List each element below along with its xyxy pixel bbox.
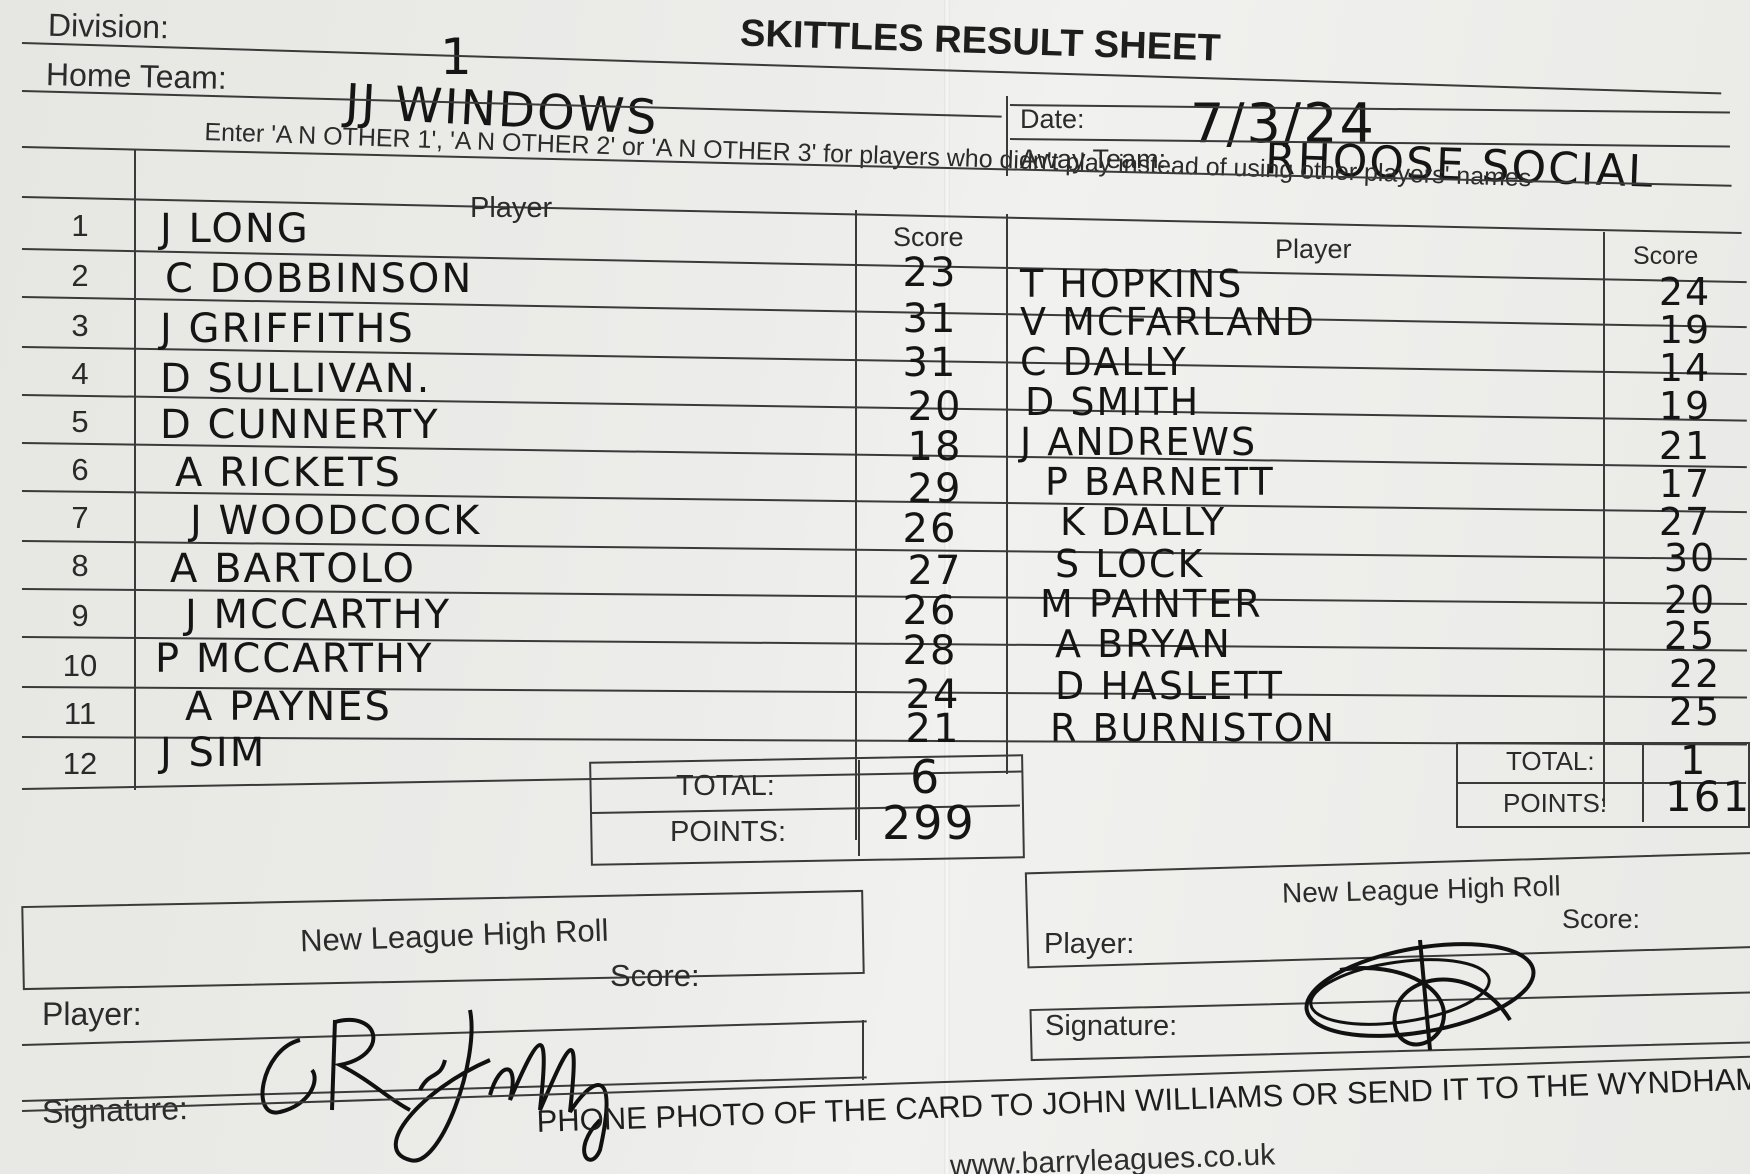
row-number: 2 — [71, 258, 89, 293]
row-number: 7 — [71, 500, 89, 535]
home-player-score: 31 — [902, 340, 958, 386]
away-player-score: 19 — [1658, 384, 1712, 428]
grid-line — [1006, 214, 1008, 774]
away-player-name: S LOCK — [1055, 542, 1205, 586]
home-player-name: J WOODCOCK — [190, 498, 482, 544]
away-player-name: M PAINTER — [1040, 582, 1263, 626]
away-player-name: J ANDREWS — [1020, 420, 1258, 464]
home-player-name: D CUNNERTY — [160, 402, 440, 448]
away-player-name: A BRYAN — [1055, 622, 1232, 666]
home-player-name: C DOBBINSON — [165, 256, 474, 302]
grid-line — [855, 210, 857, 840]
away-signature — [1304, 939, 1536, 1051]
row-number: 12 — [62, 746, 98, 781]
rule-line — [862, 1020, 864, 1080]
away-player-name: C DALLY — [1020, 340, 1188, 384]
away-player-score: 25 — [1668, 690, 1722, 734]
home-total-label: TOTAL: — [676, 770, 775, 802]
row-number: 3 — [71, 308, 89, 343]
away-player-score: 30 — [1663, 536, 1717, 580]
home-signature — [260, 1009, 609, 1163]
sheet-title: SKITTLES RESULT SHEET — [739, 12, 1222, 70]
home-player-name: J SIM — [160, 730, 267, 776]
grid-line — [858, 760, 860, 856]
home-player-name: D SULLIVAN. — [160, 356, 432, 402]
away-score-header: Score — [1633, 242, 1699, 270]
home-player-name: J MCCARTHY — [185, 592, 452, 638]
home-player-name: A PAYNES — [185, 684, 392, 730]
away-points-label: POINTS: — [1503, 788, 1608, 818]
away-player-name: V MCFARLAND — [1020, 300, 1316, 344]
date-label: Date: — [1020, 104, 1085, 134]
home-player-header: Player — [470, 192, 553, 224]
row-number: 1 — [71, 208, 89, 243]
home-high-roll-player-label: Player: — [42, 996, 142, 1032]
home-player-score: 18 — [907, 424, 963, 470]
away-player-name: R BURNISTON — [1050, 706, 1337, 750]
away-high-roll-player-label: Player: — [1044, 928, 1135, 960]
home-player-name: A BARTOLO — [170, 546, 417, 592]
home-player-score: 31 — [902, 296, 958, 342]
home-points-value: 299 — [882, 796, 976, 850]
row-number: 10 — [62, 648, 98, 683]
away-high-roll-score-label: Score: — [1562, 904, 1641, 934]
away-player-name: K DALLY — [1060, 500, 1227, 544]
away-player-name: D HASLETT — [1055, 664, 1284, 708]
result-sheet: Division: 1 SKITTLES RESULT SHEET Home T… — [0, 0, 1750, 1174]
home-player-name: J GRIFFITHS — [160, 306, 415, 352]
footer-website: www.barryleagues.co.uk — [949, 1138, 1276, 1174]
home-player-name: J LONG — [160, 206, 310, 252]
footer-instruction: PHONE PHOTO OF THE CARD TO JOHN WILLIAMS… — [536, 1061, 1750, 1139]
home-score-header: Score — [893, 222, 964, 252]
home-points-label: POINTS: — [670, 816, 787, 848]
home-player-score: 26 — [902, 506, 958, 552]
home-high-roll-score-label: Score: — [610, 958, 700, 993]
row-number: 8 — [71, 548, 89, 583]
home-player-name: A RICKETS — [175, 450, 402, 496]
row-number: 9 — [71, 598, 89, 633]
home-player-score: 23 — [902, 250, 958, 296]
home-player-score: 21 — [905, 706, 961, 752]
away-player-header: Player — [1275, 234, 1352, 264]
rule-line — [1006, 96, 1008, 176]
grid-line — [1642, 744, 1644, 822]
grid-line — [134, 150, 136, 790]
away-player-name: P BARNETT — [1045, 460, 1275, 504]
row-number: 11 — [63, 696, 97, 731]
home-player-name: P MCCARTHY — [155, 636, 434, 682]
away-total-label: TOTAL: — [1506, 746, 1595, 776]
away-signature-label: Signature: — [1045, 1010, 1178, 1042]
away-points-value: 161 — [1665, 772, 1750, 821]
grid-line — [1603, 232, 1605, 807]
row-number: 6 — [71, 452, 89, 487]
home-player-score: 28 — [902, 628, 958, 674]
away-player-name: D SMITH — [1025, 380, 1201, 424]
division-label: Division: — [47, 6, 170, 46]
row-number: 5 — [71, 404, 89, 439]
row-number: 4 — [71, 356, 89, 391]
